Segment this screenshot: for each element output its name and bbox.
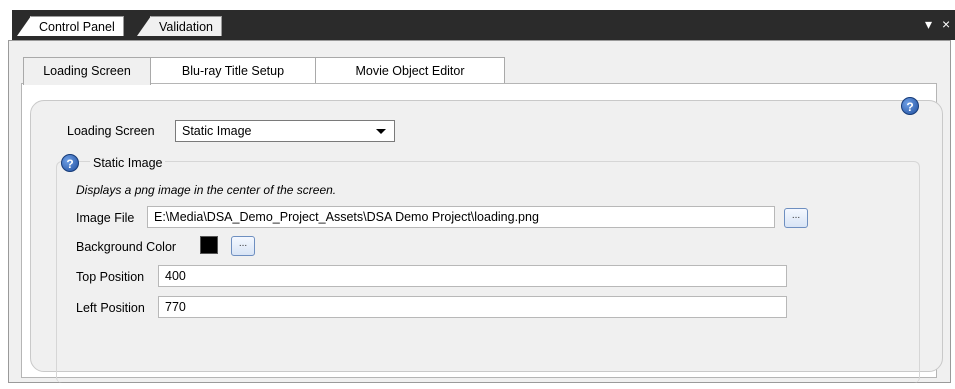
- help-icon[interactable]: ?: [901, 97, 919, 115]
- loading-screen-select-value: Static Image: [182, 124, 252, 138]
- chevron-down-icon[interactable]: ▾: [925, 14, 932, 34]
- close-icon[interactable]: ×: [942, 14, 950, 34]
- document-tab-control-panel[interactable]: Control Panel: [17, 16, 124, 36]
- tab-loading-screen[interactable]: Loading Screen: [23, 57, 151, 85]
- static-image-title: Static Image: [90, 156, 166, 170]
- loading-screen-label: Loading Screen: [67, 124, 155, 138]
- image-file-label: Image File: [76, 211, 135, 225]
- static-image-description: Displays a png image in the center of th…: [76, 183, 337, 197]
- top-position-label: Top Position: [76, 270, 145, 284]
- top-position-input[interactable]: 400: [158, 265, 787, 287]
- background-color-label: Background Color: [76, 240, 177, 254]
- tab-blu-ray-title-setup[interactable]: Blu-ray Title Setup: [150, 57, 316, 84]
- document-tab-validation[interactable]: Validation: [137, 16, 222, 36]
- tab-movie-object-editor[interactable]: Movie Object Editor: [315, 57, 505, 84]
- left-position-input[interactable]: 770: [158, 296, 787, 318]
- background-color-swatch[interactable]: [200, 236, 218, 254]
- background-color-browse-button[interactable]: ...: [231, 236, 255, 256]
- help-icon[interactable]: ?: [61, 154, 79, 172]
- image-file-browse-button[interactable]: ...: [784, 208, 808, 228]
- chevron-down-icon: [376, 129, 386, 134]
- loading-screen-select[interactable]: Static Image: [175, 120, 395, 142]
- document-title-bar: Control Panel Validation ▾ ×: [0, 0, 955, 40]
- left-position-label: Left Position: [76, 301, 145, 315]
- image-file-input[interactable]: E:\Media\DSA_Demo_Project_Assets\DSA Dem…: [147, 206, 775, 228]
